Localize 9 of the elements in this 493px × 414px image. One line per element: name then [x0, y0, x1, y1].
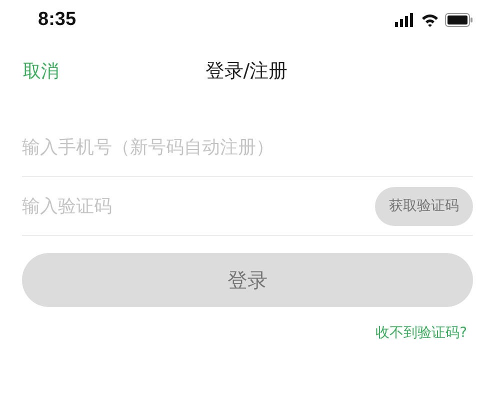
- wifi-icon: [421, 13, 439, 27]
- code-input[interactable]: 输入验证码: [22, 186, 375, 226]
- help-link[interactable]: 收不到验证码?: [376, 324, 467, 342]
- cancel-button[interactable]: 取消: [23, 59, 59, 83]
- status-time: 8:35: [38, 9, 76, 31]
- signal-icon: [395, 13, 415, 27]
- page-title: 登录/注册: [205, 59, 288, 84]
- battery-icon: [445, 13, 473, 27]
- phone-input[interactable]: 输入手机号（新号码自动注册）: [22, 127, 473, 167]
